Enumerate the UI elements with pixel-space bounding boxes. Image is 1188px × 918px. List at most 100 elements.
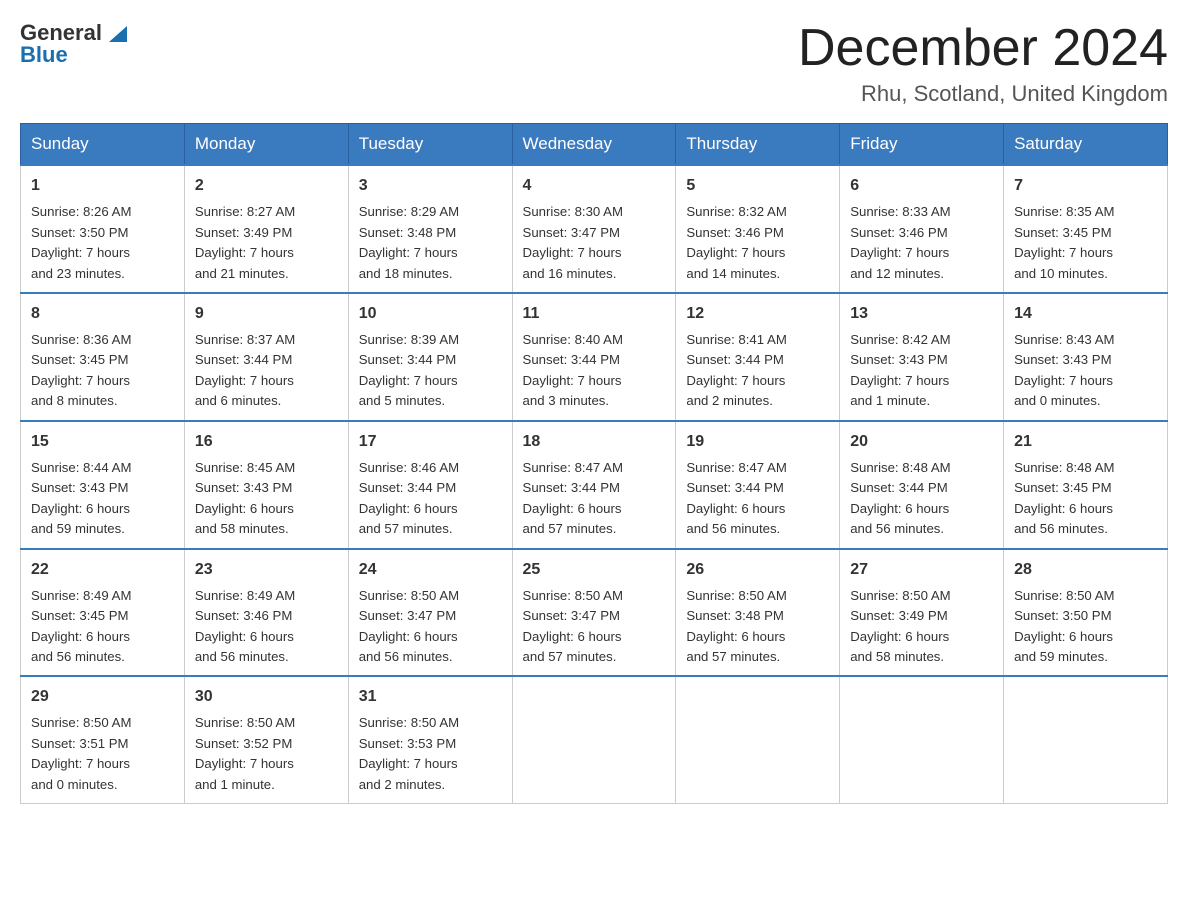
month-title: December 2024 xyxy=(798,20,1168,77)
day-number: 13 xyxy=(850,302,993,326)
day-cell-11: 11Sunrise: 8:40 AMSunset: 3:44 PMDayligh… xyxy=(512,293,676,421)
day-cell-8: 8 Sunrise: 8:36 AMSunset: 3:45 PMDaylight… xyxy=(21,293,185,421)
day-number: 30 xyxy=(195,685,338,709)
day-number: 6 xyxy=(850,174,993,198)
day-cell-4: 4 Sunrise: 8:30 AMSunset: 3:47 PMDaylight… xyxy=(512,165,676,293)
day-number: 23 xyxy=(195,558,338,582)
day-number: 26 xyxy=(686,558,829,582)
week-row-3: 15 Sunrise: 8:44 AMSunset: 3:43 PMDayligh… xyxy=(21,421,1168,549)
day-cell-20: 20 Sunrise: 8:48 AMSunset: 3:44 PMDayligh… xyxy=(840,421,1004,549)
day-cell-16: 16Sunrise: 8:45 AMSunset: 3:43 PMDayligh… xyxy=(184,421,348,549)
day-info: Sunrise: 8:50 AMSunset: 3:49 PMDaylight:… xyxy=(850,588,950,664)
header-sunday: Sunday xyxy=(21,124,185,166)
day-number: 10 xyxy=(359,302,502,326)
day-info: Sunrise: 8:37 AMSunset: 3:44 PMDaylight:… xyxy=(195,332,295,408)
day-number: 21 xyxy=(1014,430,1157,454)
day-number: 7 xyxy=(1014,174,1157,198)
header-row: SundayMondayTuesdayWednesdayThursdayFrid… xyxy=(21,124,1168,166)
day-number: 25 xyxy=(523,558,666,582)
day-cell-21: 21 Sunrise: 8:48 AMSunset: 3:45 PMDayligh… xyxy=(1004,421,1168,549)
day-number: 9 xyxy=(195,302,338,326)
day-info: Sunrise: 8:50 AMSunset: 3:48 PMDaylight:… xyxy=(686,588,786,664)
day-number: 22 xyxy=(31,558,174,582)
day-info: Sunrise: 8:50 AMSunset: 3:50 PMDaylight:… xyxy=(1014,588,1114,664)
day-info: Sunrise: 8:33 AMSunset: 3:46 PMDaylight:… xyxy=(850,204,950,280)
day-info: Sunrise: 8:50 AMSunset: 3:52 PMDaylight:… xyxy=(195,715,295,791)
day-number: 17 xyxy=(359,430,502,454)
day-cell-13: 13 Sunrise: 8:42 AMSunset: 3:43 PMDayligh… xyxy=(840,293,1004,421)
day-number: 2 xyxy=(195,174,338,198)
day-number: 27 xyxy=(850,558,993,582)
day-info: Sunrise: 8:50 AMSunset: 3:47 PMDaylight:… xyxy=(359,588,459,664)
day-cell-23: 23 Sunrise: 8:49 AMSunset: 3:46 PMDayligh… xyxy=(184,549,348,677)
logo: General Blue xyxy=(20,20,127,68)
day-cell-6: 6 Sunrise: 8:33 AMSunset: 3:46 PMDaylight… xyxy=(840,165,1004,293)
day-cell-17: 17 Sunrise: 8:46 AMSunset: 3:44 PMDayligh… xyxy=(348,421,512,549)
day-cell-5: 5Sunrise: 8:32 AMSunset: 3:46 PMDaylight… xyxy=(676,165,840,293)
day-info: Sunrise: 8:48 AMSunset: 3:44 PMDaylight:… xyxy=(850,460,950,536)
logo-triangle-icon xyxy=(105,22,127,44)
day-info: Sunrise: 8:43 AMSunset: 3:43 PMDaylight:… xyxy=(1014,332,1114,408)
day-cell-12: 12 Sunrise: 8:41 AMSunset: 3:44 PMDayligh… xyxy=(676,293,840,421)
day-number: 5 xyxy=(686,174,829,198)
header-thursday: Thursday xyxy=(676,124,840,166)
day-number: 4 xyxy=(523,174,666,198)
day-number: 3 xyxy=(359,174,502,198)
header-monday: Monday xyxy=(184,124,348,166)
week-row-5: 29Sunrise: 8:50 AMSunset: 3:51 PMDayligh… xyxy=(21,676,1168,803)
day-number: 20 xyxy=(850,430,993,454)
empty-cell xyxy=(840,676,1004,803)
header-friday: Friday xyxy=(840,124,1004,166)
day-number: 15 xyxy=(31,430,174,454)
logo-text-blue: Blue xyxy=(20,42,68,68)
day-info: Sunrise: 8:50 AMSunset: 3:47 PMDaylight:… xyxy=(523,588,623,664)
day-info: Sunrise: 8:48 AMSunset: 3:45 PMDaylight:… xyxy=(1014,460,1114,536)
day-info: Sunrise: 8:46 AMSunset: 3:44 PMDaylight:… xyxy=(359,460,459,536)
day-info: Sunrise: 8:47 AMSunset: 3:44 PMDaylight:… xyxy=(686,460,786,536)
day-cell-15: 15 Sunrise: 8:44 AMSunset: 3:43 PMDayligh… xyxy=(21,421,185,549)
day-number: 8 xyxy=(31,302,174,326)
day-number: 29 xyxy=(31,685,174,709)
empty-cell xyxy=(1004,676,1168,803)
day-cell-7: 7Sunrise: 8:35 AMSunset: 3:45 PMDaylight… xyxy=(1004,165,1168,293)
header-tuesday: Tuesday xyxy=(348,124,512,166)
day-number: 12 xyxy=(686,302,829,326)
day-cell-9: 9 Sunrise: 8:37 AMSunset: 3:44 PMDaylight… xyxy=(184,293,348,421)
day-info: Sunrise: 8:49 AMSunset: 3:46 PMDaylight:… xyxy=(195,588,295,664)
day-cell-30: 30 Sunrise: 8:50 AMSunset: 3:52 PMDayligh… xyxy=(184,676,348,803)
day-info: Sunrise: 8:26 AMSunset: 3:50 PMDaylight:… xyxy=(31,204,131,280)
day-info: Sunrise: 8:49 AMSunset: 3:45 PMDaylight:… xyxy=(31,588,131,664)
day-info: Sunrise: 8:39 AMSunset: 3:44 PMDaylight:… xyxy=(359,332,459,408)
day-cell-3: 3Sunrise: 8:29 AMSunset: 3:48 PMDaylight… xyxy=(348,165,512,293)
day-info: Sunrise: 8:50 AMSunset: 3:53 PMDaylight:… xyxy=(359,715,459,791)
day-cell-19: 19 Sunrise: 8:47 AMSunset: 3:44 PMDayligh… xyxy=(676,421,840,549)
day-number: 28 xyxy=(1014,558,1157,582)
day-cell-29: 29Sunrise: 8:50 AMSunset: 3:51 PMDayligh… xyxy=(21,676,185,803)
day-cell-28: 28 Sunrise: 8:50 AMSunset: 3:50 PMDayligh… xyxy=(1004,549,1168,677)
day-cell-10: 10 Sunrise: 8:39 AMSunset: 3:44 PMDayligh… xyxy=(348,293,512,421)
week-row-2: 8 Sunrise: 8:36 AMSunset: 3:45 PMDaylight… xyxy=(21,293,1168,421)
day-info: Sunrise: 8:42 AMSunset: 3:43 PMDaylight:… xyxy=(850,332,950,408)
day-info: Sunrise: 8:47 AMSunset: 3:44 PMDaylight:… xyxy=(523,460,623,536)
day-cell-22: 22 Sunrise: 8:49 AMSunset: 3:45 PMDayligh… xyxy=(21,549,185,677)
day-info: Sunrise: 8:36 AMSunset: 3:45 PMDaylight:… xyxy=(31,332,131,408)
day-cell-14: 14Sunrise: 8:43 AMSunset: 3:43 PMDayligh… xyxy=(1004,293,1168,421)
day-cell-31: 31 Sunrise: 8:50 AMSunset: 3:53 PMDayligh… xyxy=(348,676,512,803)
day-cell-27: 27 Sunrise: 8:50 AMSunset: 3:49 PMDayligh… xyxy=(840,549,1004,677)
empty-cell xyxy=(512,676,676,803)
day-cell-26: 26 Sunrise: 8:50 AMSunset: 3:48 PMDayligh… xyxy=(676,549,840,677)
week-row-1: 1Sunrise: 8:26 AMSunset: 3:50 PMDaylight… xyxy=(21,165,1168,293)
header-wednesday: Wednesday xyxy=(512,124,676,166)
week-row-4: 22 Sunrise: 8:49 AMSunset: 3:45 PMDayligh… xyxy=(21,549,1168,677)
day-info: Sunrise: 8:44 AMSunset: 3:43 PMDaylight:… xyxy=(31,460,131,536)
day-info: Sunrise: 8:27 AMSunset: 3:49 PMDaylight:… xyxy=(195,204,295,280)
day-number: 18 xyxy=(523,430,666,454)
day-number: 11 xyxy=(523,302,666,326)
day-info: Sunrise: 8:30 AMSunset: 3:47 PMDaylight:… xyxy=(523,204,623,280)
header-saturday: Saturday xyxy=(1004,124,1168,166)
day-number: 31 xyxy=(359,685,502,709)
day-number: 19 xyxy=(686,430,829,454)
day-info: Sunrise: 8:41 AMSunset: 3:44 PMDaylight:… xyxy=(686,332,786,408)
day-cell-2: 2 Sunrise: 8:27 AMSunset: 3:49 PMDaylight… xyxy=(184,165,348,293)
calendar-table: SundayMondayTuesdayWednesdayThursdayFrid… xyxy=(20,123,1168,804)
